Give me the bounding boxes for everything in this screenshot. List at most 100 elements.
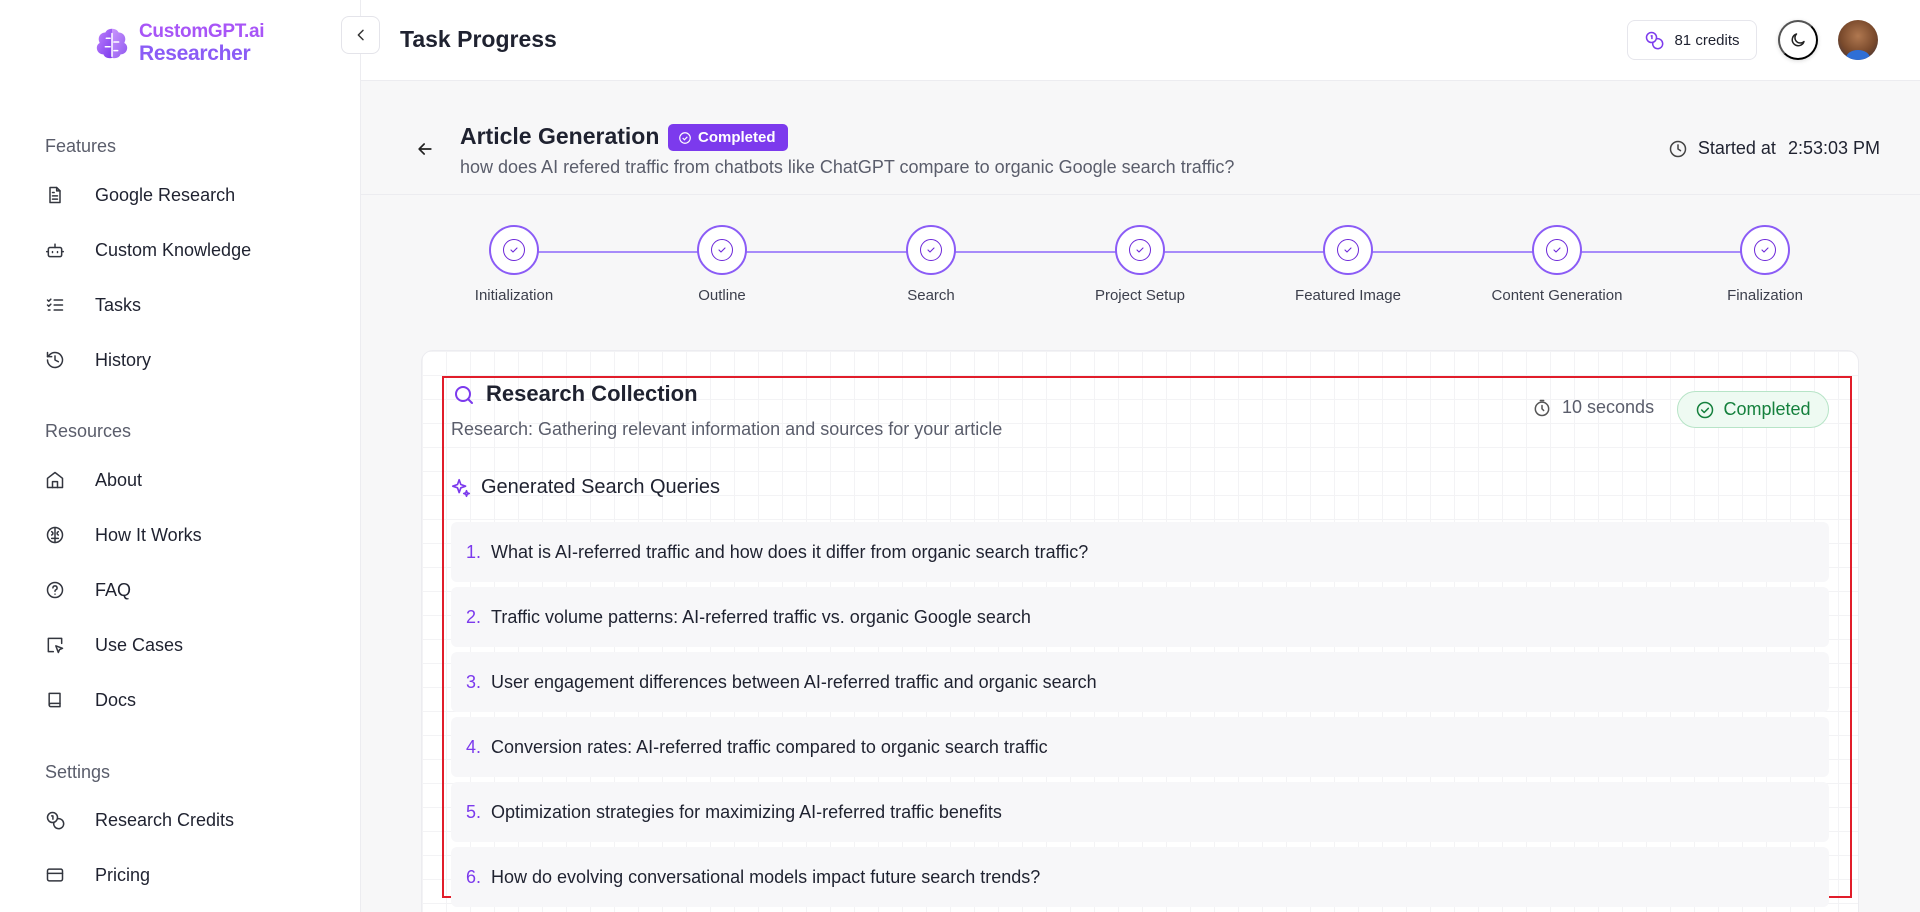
query-text: Conversion rates: AI-referred traffic co…: [491, 736, 1048, 757]
queries-title: Generated Search Queries: [481, 476, 721, 498]
step-content-generation[interactable]: Content Generation: [1477, 225, 1637, 304]
sidebar-item-label: Custom Knowledge: [95, 239, 252, 260]
step-circle: [1115, 225, 1165, 275]
started-at: Started at 2:53:03 PM: [1668, 138, 1880, 159]
sidebar-item-label: Tasks: [95, 294, 142, 315]
started-label: Started at: [1697, 138, 1776, 158]
step-label: Featured Image: [1295, 287, 1401, 304]
collapse-sidebar-button[interactable]: [341, 16, 380, 54]
research-status-badge: Completed: [1677, 391, 1829, 428]
coins-icon: [1646, 31, 1664, 50]
query-number: 4.: [466, 736, 482, 757]
query-text: How do evolving conversational models im…: [491, 866, 1041, 887]
list-item: 4. Conversion rates: AI-referred traffic…: [451, 717, 1829, 777]
sidebar-item-tasks[interactable]: Tasks: [45, 290, 141, 320]
sidebar-item-label: History: [95, 349, 152, 370]
brand-logo[interactable]: CustomGPT.ai Researcher: [93, 22, 265, 65]
list-item: 2. Traffic volume patterns: AI-referred …: [451, 587, 1829, 647]
credits-label: 81 credits: [1674, 31, 1740, 49]
home-icon: [46, 471, 64, 489]
step-search[interactable]: Search: [851, 225, 1011, 304]
step-featured-image[interactable]: Featured Image: [1268, 225, 1428, 304]
brand-product: Researcher: [139, 42, 251, 65]
queries-list: 1. What is AI-referred traffic and how d…: [451, 522, 1829, 912]
list-item: 3. User engagement differences between A…: [451, 652, 1829, 712]
started-time: 2:53:03 PM: [1787, 138, 1880, 158]
sidebar-item-use-cases[interactable]: Use Cases: [45, 630, 183, 660]
step-label: Initialization: [474, 287, 554, 304]
task-header: Article Generation Completed how does AI…: [361, 81, 1920, 195]
query-number: 5.: [466, 801, 482, 822]
research-subtitle: Research: Gathering relevant information…: [451, 419, 1003, 439]
duration: 10 seconds: [1532, 397, 1654, 418]
check-icon: [1553, 247, 1561, 253]
research-status-label: Completed: [1723, 399, 1811, 419]
sidebar-item-label: Docs: [95, 689, 137, 710]
avatar[interactable]: [1838, 20, 1878, 60]
step-finalization[interactable]: Finalization: [1685, 225, 1845, 304]
sidebar-item-label: Pricing: [95, 864, 151, 885]
sidebar-item-google-research[interactable]: Google Research: [45, 180, 235, 210]
step-circle: [489, 225, 539, 275]
check-icon: [510, 247, 518, 253]
history-icon: [46, 351, 64, 369]
query-text: Optimization strategies for maximizing A…: [491, 801, 1002, 822]
check-icon: [718, 247, 726, 253]
sidebar-item-faq[interactable]: FAQ: [45, 575, 131, 605]
search-icon: [452, 383, 476, 407]
sidebar-item-label: How It Works: [95, 524, 202, 545]
step-outline[interactable]: Outline: [642, 225, 802, 304]
list-item: 5. Optimization strategies for maximizin…: [451, 782, 1829, 842]
step-label: Finalization: [1727, 287, 1803, 304]
sidebar-item-pricing[interactable]: Pricing: [45, 860, 150, 890]
nav-section-resources: Resources: [45, 421, 132, 441]
step-circle: [1323, 225, 1373, 275]
theme-toggle-button[interactable]: [1778, 20, 1818, 60]
page-title: Task Progress: [400, 26, 557, 52]
step-circle: [1532, 225, 1582, 275]
credit-card-icon: [46, 868, 64, 882]
task-query: how does AI refered traffic from chatbot…: [460, 157, 1235, 177]
bot-icon: [45, 243, 65, 258]
sidebar-item-history[interactable]: History: [45, 345, 151, 375]
check-circle-icon: [1697, 401, 1714, 418]
step-initialization[interactable]: Initialization: [434, 225, 594, 304]
document-icon: [49, 186, 61, 204]
brain-logo-icon: [96, 28, 128, 59]
step-circle: [906, 225, 956, 275]
step-label: Project Setup: [1094, 287, 1186, 304]
sidebar-item-custom-knowledge[interactable]: Custom Knowledge: [45, 235, 251, 265]
back-button[interactable]: [413, 138, 437, 162]
step-circle: [697, 225, 747, 275]
sidebar: CustomGPT.ai Researcher Features Google …: [0, 0, 361, 912]
coins-icon: [46, 811, 65, 830]
sidebar-item-research-credits[interactable]: Research Credits: [45, 805, 234, 835]
step-label: Search: [907, 287, 955, 304]
query-text: What is AI-referred traffic and how does…: [491, 541, 1089, 562]
sidebar-item-about[interactable]: About: [45, 465, 142, 495]
check-circle-icon: [679, 131, 691, 144]
query-number: 1.: [466, 541, 482, 562]
step-label: Content Generation: [1491, 287, 1623, 304]
sparkles-icon: [450, 477, 472, 499]
clock-icon: [1669, 140, 1687, 157]
query-text: Traffic volume patterns: AI-referred tra…: [491, 606, 1031, 627]
credits-button[interactable]: 81 credits: [1627, 20, 1757, 60]
task-title: Article Generation: [460, 123, 660, 149]
list-item: 1. What is AI-referred traffic and how d…: [451, 522, 1829, 582]
research-title: Research Collection: [486, 381, 698, 406]
step-project-setup[interactable]: Project Setup: [1060, 225, 1220, 304]
sidebar-item-label: Research Credits: [95, 809, 235, 830]
help-circle-icon: [46, 581, 64, 599]
query-text: User engagement differences between AI-r…: [491, 671, 1097, 692]
step-label: Outline: [698, 287, 746, 304]
list-item: 6. How do evolving conversational models…: [451, 847, 1829, 907]
check-icon: [1344, 247, 1352, 253]
query-number: 2.: [466, 606, 482, 627]
book-icon: [48, 692, 61, 708]
sidebar-item-label: Google Research: [95, 184, 236, 205]
sidebar-item-how-it-works[interactable]: How It Works: [45, 520, 202, 550]
sidebar-item-docs[interactable]: Docs: [45, 685, 136, 715]
check-icon: [1136, 247, 1144, 253]
status-badge: Completed: [668, 124, 788, 151]
